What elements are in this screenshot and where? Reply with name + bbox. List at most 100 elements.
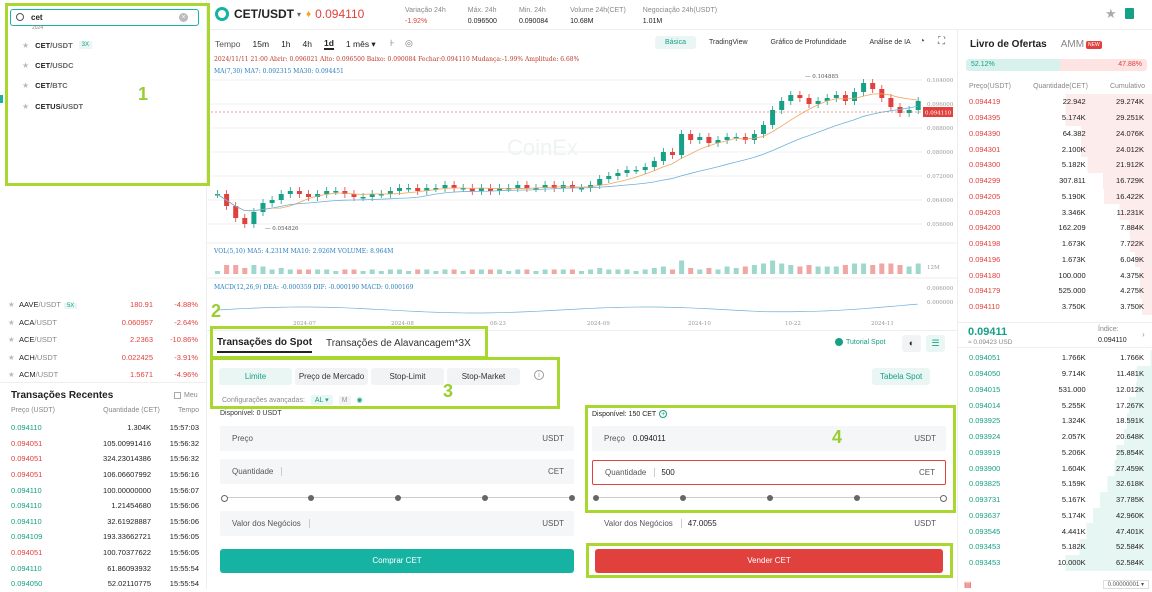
search-result[interactable]: ★ CET/USDC (22, 55, 192, 75)
price-chart[interactable]: CoinEx0.1040000.0960000.0880000.0800000.… (207, 30, 957, 330)
bid-row[interactable]: 0.093900 1.604K 27.459K (958, 460, 1152, 476)
volume-bar (815, 266, 821, 274)
volume-bar (824, 266, 830, 274)
tab-spot[interactable]: Transações do Spot (217, 337, 313, 353)
buy-amount-slider[interactable] (221, 493, 575, 503)
bid-row[interactable]: 0.094014 5.255K 17.267K (958, 397, 1152, 413)
pair-selector[interactable]: CET/USDT ▾ ♦ 0.094110 (215, 7, 364, 21)
ask-row[interactable]: 0.094395 5.174K 29.251K (958, 109, 1152, 126)
market-row[interactable]: ★ ACM/USDT 1.5671 -4.96% (8, 366, 200, 384)
search-result[interactable]: ★ CET/BTC (22, 76, 192, 96)
bid-row[interactable]: 0.093453 10.000K 62.584K (958, 554, 1152, 571)
bid-row[interactable]: 0.093731 5.167K 37.785K (958, 491, 1152, 508)
ask-row[interactable]: 0.094390 64.382 24.076K (958, 125, 1152, 142)
order-type-tab[interactable]: Stop-Limit (371, 368, 444, 385)
star-icon[interactable]: ★ (1105, 6, 1117, 22)
star-icon[interactable]: ★ (8, 353, 19, 362)
clear-icon[interactable]: × (179, 13, 188, 22)
ob-price: 0.093900 (969, 463, 1001, 473)
star-icon[interactable]: ★ (22, 61, 29, 70)
spot-table-button[interactable]: Tabela Spot (872, 368, 931, 385)
bid-row[interactable]: 0.094050 9.714K 11.481K (958, 365, 1152, 382)
advanced-m-option[interactable]: M (338, 395, 351, 405)
buy-price-field[interactable]: Preço USDT (220, 426, 574, 451)
trade-time: 15:56:32 (169, 438, 199, 448)
chevron-right-icon[interactable]: › (1142, 330, 1145, 339)
my-trades-toggle[interactable]: Meu (174, 392, 198, 399)
layout-toggle-icon[interactable]: ☰ (926, 335, 945, 352)
ask-row[interactable]: 0.094300 5.182K 21.912K (958, 157, 1152, 173)
search-result[interactable]: ★ CETUS/USDT (22, 96, 192, 116)
advanced-select-value: AL (314, 397, 324, 404)
ob-cumulative: 18.591K (1116, 416, 1144, 426)
search-result[interactable]: ★ CET/USDT 3X (22, 35, 192, 55)
depth-view-icon[interactable]: ▤ (964, 580, 972, 589)
theme-toggle-icon[interactable]: ◐ (902, 335, 921, 352)
search-input[interactable]: cet × (10, 9, 199, 26)
ask-row[interactable]: 0.094110 3.750K 3.750K (958, 298, 1152, 315)
amm-tab[interactable]: AMM NEW (1061, 39, 1102, 50)
buy-quantity-field[interactable]: Quantidade CET (220, 459, 574, 484)
candle (697, 137, 703, 140)
bid-row[interactable]: 0.094015 531.000 12.012K (958, 381, 1152, 398)
orderbook-tab[interactable]: Livro de Ofertas (970, 39, 1047, 50)
ob-qty: 2.100K (1061, 144, 1086, 154)
sell-price-field[interactable]: Preço 0.094011 USDT (592, 426, 946, 451)
candle (833, 95, 839, 98)
ask-row[interactable]: 0.094419 22.942 29.274K (958, 94, 1152, 110)
star-icon[interactable]: ★ (8, 370, 19, 379)
market-price: 2.2363 (130, 335, 153, 345)
bid-row[interactable]: 0.093825 5.159K 32.618K (958, 476, 1152, 492)
ask-row[interactable]: 0.094198 1.673K 7.722K (958, 235, 1152, 252)
bid-row[interactable]: 0.093919 5.206K 25.854K (958, 444, 1152, 461)
ask-row[interactable]: 0.094179 525.000 4.275K (958, 283, 1152, 299)
order-type-tab[interactable]: Limite (219, 368, 292, 385)
star-icon[interactable]: ★ (8, 335, 19, 344)
ask-row[interactable]: 0.094203 3.346K 11.231K (958, 204, 1152, 220)
bid-row[interactable]: 0.093545 4.441K 47.401K (958, 523, 1152, 539)
market-row[interactable]: ★ ACH/USDT 0.022425 -3.91% (8, 349, 200, 367)
market-row[interactable]: ★ ACE/USDT 2.2363 -10.86% (8, 331, 200, 349)
star-icon[interactable]: ★ (22, 81, 29, 90)
decimal-select[interactable]: 0.00000001 ▾ (1102, 580, 1149, 589)
info-icon[interactable]: i (534, 370, 544, 380)
market-change: -2.64% (174, 317, 198, 327)
ob-price: 0.093925 (969, 416, 1001, 426)
market-row[interactable]: ★ ACA/USDT 0.060957 -2.64% (8, 314, 200, 332)
sell-quantity-field[interactable]: Quantidade 500 CET (592, 460, 946, 485)
order-type-tab[interactable]: Stop-Market (447, 368, 520, 385)
buy-value-field[interactable]: Valor dos Negócios USDT (220, 511, 574, 536)
bid-row[interactable]: 0.093637 5.174K 42.960K (958, 507, 1152, 524)
search-results: ★ CET/USDT 3X ★ CET/USDC ★ CET/BTC ★ CETUS/USDT (22, 35, 192, 116)
advanced-select[interactable]: AL ▾ (310, 395, 333, 405)
market-row[interactable]: ★ AAVE/USDT 5X 180.91 -4.88% (8, 296, 200, 314)
ask-row[interactable]: 0.094301 2.100K 24.012K (958, 141, 1152, 157)
star-icon[interactable]: ★ (22, 41, 29, 50)
star-icon[interactable]: ★ (8, 318, 19, 327)
bid-row[interactable]: 0.093925 1.324K 18.591K (958, 413, 1152, 429)
sell-amount-slider[interactable] (593, 493, 947, 503)
book-icon[interactable] (1125, 8, 1134, 19)
trade-row: 0.094051 100.70377622 15:56:05 (0, 545, 207, 561)
ob-qty: 2.057K (1061, 432, 1086, 442)
bid-row[interactable]: 0.093924 2.057K 20.648K (958, 428, 1152, 445)
tab-margin[interactable]: Transações de Alavancagem*3X (326, 338, 471, 352)
star-icon[interactable]: ★ (8, 300, 19, 309)
buy-button[interactable]: Comprar CET (220, 549, 574, 573)
candle (333, 191, 339, 193)
order-type-tab[interactable]: Preço de Mercado (295, 368, 368, 385)
bid-row[interactable]: 0.094051 1.766K 1.766K (958, 350, 1152, 366)
sell-value-field[interactable]: Valor dos Negócios 47.0055 USDT (592, 511, 946, 536)
ask-row[interactable]: 0.094200 162.209 7.884K (958, 220, 1152, 236)
ask-row[interactable]: 0.094205 5.190K 16.422K (958, 188, 1152, 205)
ask-row[interactable]: 0.094196 1.673K 6.049K (958, 251, 1152, 268)
candle (651, 161, 657, 167)
ask-row[interactable]: 0.094299 307.811 16.729K (958, 172, 1152, 189)
tutorial-link[interactable]: Tutorial Spot (835, 338, 885, 346)
star-icon[interactable]: ★ (22, 102, 29, 111)
sell-button[interactable]: Vender CET (595, 549, 943, 573)
eye-icon[interactable]: ◉ (357, 396, 363, 404)
add-icon[interactable]: + (659, 410, 668, 418)
bid-row[interactable]: 0.093453 5.182K 52.584K (958, 539, 1152, 555)
ask-row[interactable]: 0.094180 100.000 4.375K (958, 267, 1152, 283)
